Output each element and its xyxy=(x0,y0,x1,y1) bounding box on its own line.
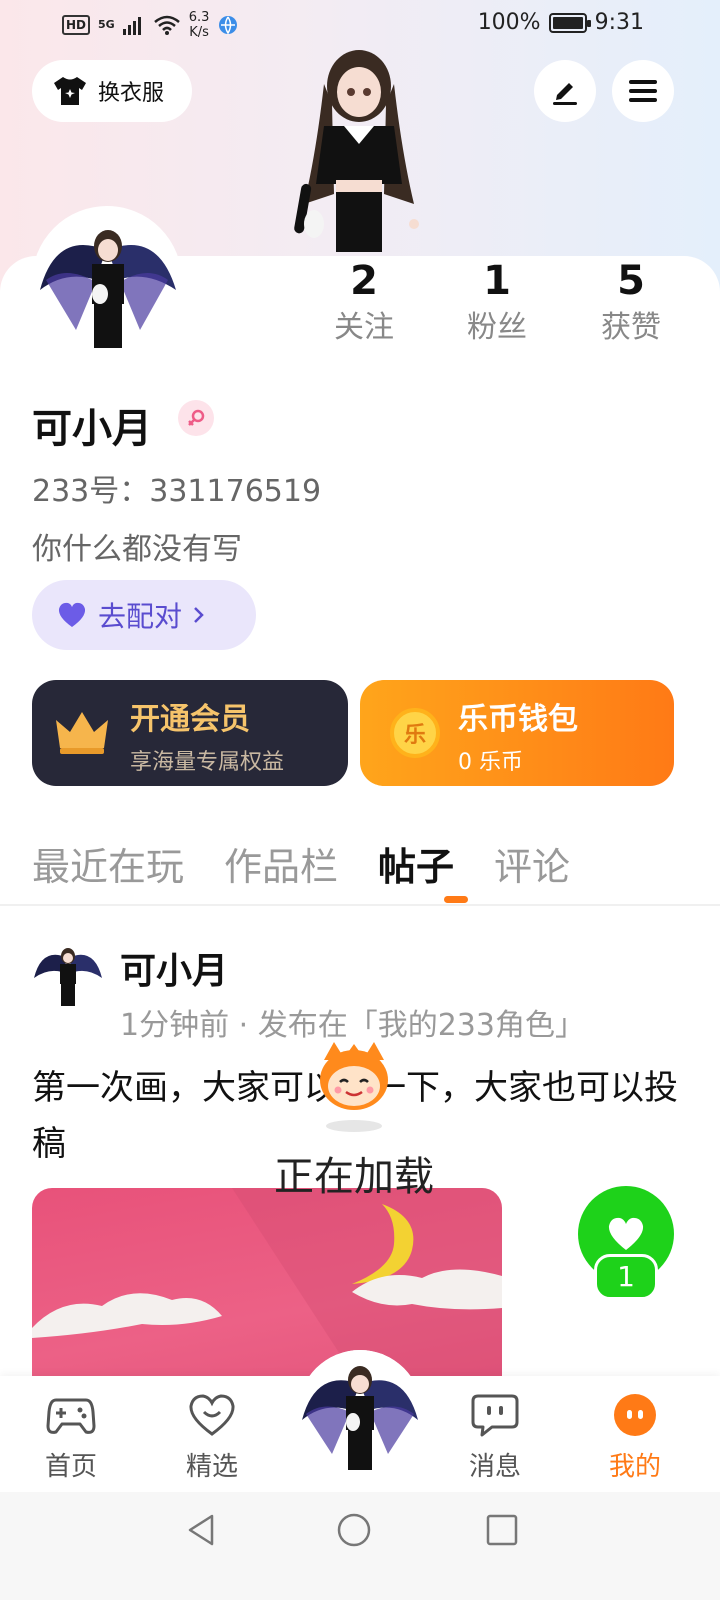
menu-button[interactable] xyxy=(612,60,674,122)
nav-featured[interactable]: 精选 xyxy=(157,1390,267,1483)
status-bar: HD 5G 6.3 K/s 100% 9:31 xyxy=(0,0,720,48)
clock: 9:31 xyxy=(594,10,644,35)
nav-home[interactable]: 首页 xyxy=(16,1390,126,1483)
tabs-divider xyxy=(0,904,720,906)
vip-membership-card[interactable]: 开通会员 享海量专属权益 xyxy=(32,680,348,786)
wallet-balance: 0 乐币 xyxy=(458,750,523,775)
tab-posts[interactable]: 帖子 xyxy=(378,836,454,891)
recent-apps-icon[interactable] xyxy=(484,1512,520,1548)
profile-avatar[interactable] xyxy=(32,206,182,356)
stat-likes[interactable]: 5 获赞 xyxy=(571,256,691,350)
stat-following[interactable]: 2 关注 xyxy=(304,256,424,350)
signal-icon xyxy=(122,17,141,35)
network-type: 5G xyxy=(98,18,115,31)
likes-label: 获赞 xyxy=(601,310,661,345)
back-icon[interactable] xyxy=(184,1512,220,1548)
profile-tabs: 最近在玩 作品栏 帖子 评论 xyxy=(32,836,570,891)
wallet-card[interactable]: 乐 乐币钱包 0 乐币 xyxy=(360,680,674,786)
tab-recently-played[interactable]: 最近在玩 xyxy=(32,836,184,891)
like-count: 1 xyxy=(594,1254,658,1300)
browser-globe-icon xyxy=(219,16,238,35)
pencil-icon xyxy=(553,83,577,105)
active-tab-indicator xyxy=(444,896,468,903)
wifi-icon xyxy=(153,15,180,35)
pair-label: 去配对 xyxy=(98,600,183,633)
post-meta: 1分钟前 · 发布在「我的233角色」 xyxy=(120,1008,585,1043)
chat-bubble-icon xyxy=(471,1394,519,1437)
post-author-name[interactable]: 可小月 xyxy=(120,942,228,994)
network-speed: 6.3 K/s xyxy=(189,10,210,40)
edit-button[interactable] xyxy=(534,60,596,122)
gamepad-icon xyxy=(46,1398,96,1434)
fans-count: 1 xyxy=(483,258,511,304)
nav-home-label: 首页 xyxy=(44,1452,97,1482)
mascot-loading-icon xyxy=(320,1042,388,1132)
vip-title: 开通会员 xyxy=(130,702,250,737)
likes-count: 5 xyxy=(617,258,645,304)
fans-label: 粉丝 xyxy=(467,310,527,345)
following-count: 2 xyxy=(350,258,378,304)
nav-messages-label: 消息 xyxy=(468,1452,521,1482)
system-navigation-bar xyxy=(0,1492,720,1600)
stat-fans[interactable]: 1 粉丝 xyxy=(437,256,557,350)
battery-percent: 100% xyxy=(477,10,541,35)
heart-like-icon xyxy=(608,1217,644,1250)
home-icon[interactable] xyxy=(334,1510,374,1550)
tab-comments[interactable]: 评论 xyxy=(494,836,570,891)
heart-icon xyxy=(58,602,86,627)
user-bio: 你什么都没有写 xyxy=(32,532,242,567)
change-outfit-label: 换衣服 xyxy=(98,81,165,106)
profile-face-icon xyxy=(614,1394,656,1436)
user-id: 233号：331176519 xyxy=(32,474,322,509)
character-avatar-figure[interactable] xyxy=(284,44,434,256)
following-label: 关注 xyxy=(334,310,394,345)
pair-button[interactable]: 去配对 xyxy=(32,580,256,650)
nav-messages[interactable]: 消息 xyxy=(440,1390,550,1483)
heart-outline-icon xyxy=(189,1394,235,1436)
loading-text: 正在加载 xyxy=(274,1154,434,1200)
tab-works[interactable]: 作品栏 xyxy=(224,836,338,891)
post-author-avatar[interactable] xyxy=(32,936,104,1008)
vip-subtitle: 享海量专属权益 xyxy=(130,750,285,775)
nav-mine[interactable]: 我的 xyxy=(580,1390,690,1483)
nav-featured-label: 精选 xyxy=(185,1452,238,1482)
chevron-right-icon xyxy=(194,607,204,623)
nav-center-avatar[interactable] xyxy=(298,1350,422,1474)
nav-mine-label: 我的 xyxy=(608,1452,661,1482)
speed-unit: K/s xyxy=(189,25,209,40)
female-gender-icon xyxy=(178,400,214,436)
hamburger-menu-icon xyxy=(629,80,657,102)
crown-icon xyxy=(56,712,108,754)
username: 可小月 xyxy=(32,406,152,452)
coin-glyph: 乐 xyxy=(403,723,426,748)
loading-indicator: 正在加载 xyxy=(262,1040,446,1200)
coin-icon: 乐 xyxy=(390,708,440,758)
post-image[interactable] xyxy=(32,1188,502,1388)
hd-badge: HD xyxy=(62,15,91,35)
change-outfit-button[interactable]: 换衣服 xyxy=(32,60,192,122)
wallet-title: 乐币钱包 xyxy=(458,702,578,737)
speed-value: 6.3 xyxy=(188,10,210,25)
tshirt-icon xyxy=(54,77,86,105)
battery-icon xyxy=(548,12,591,33)
